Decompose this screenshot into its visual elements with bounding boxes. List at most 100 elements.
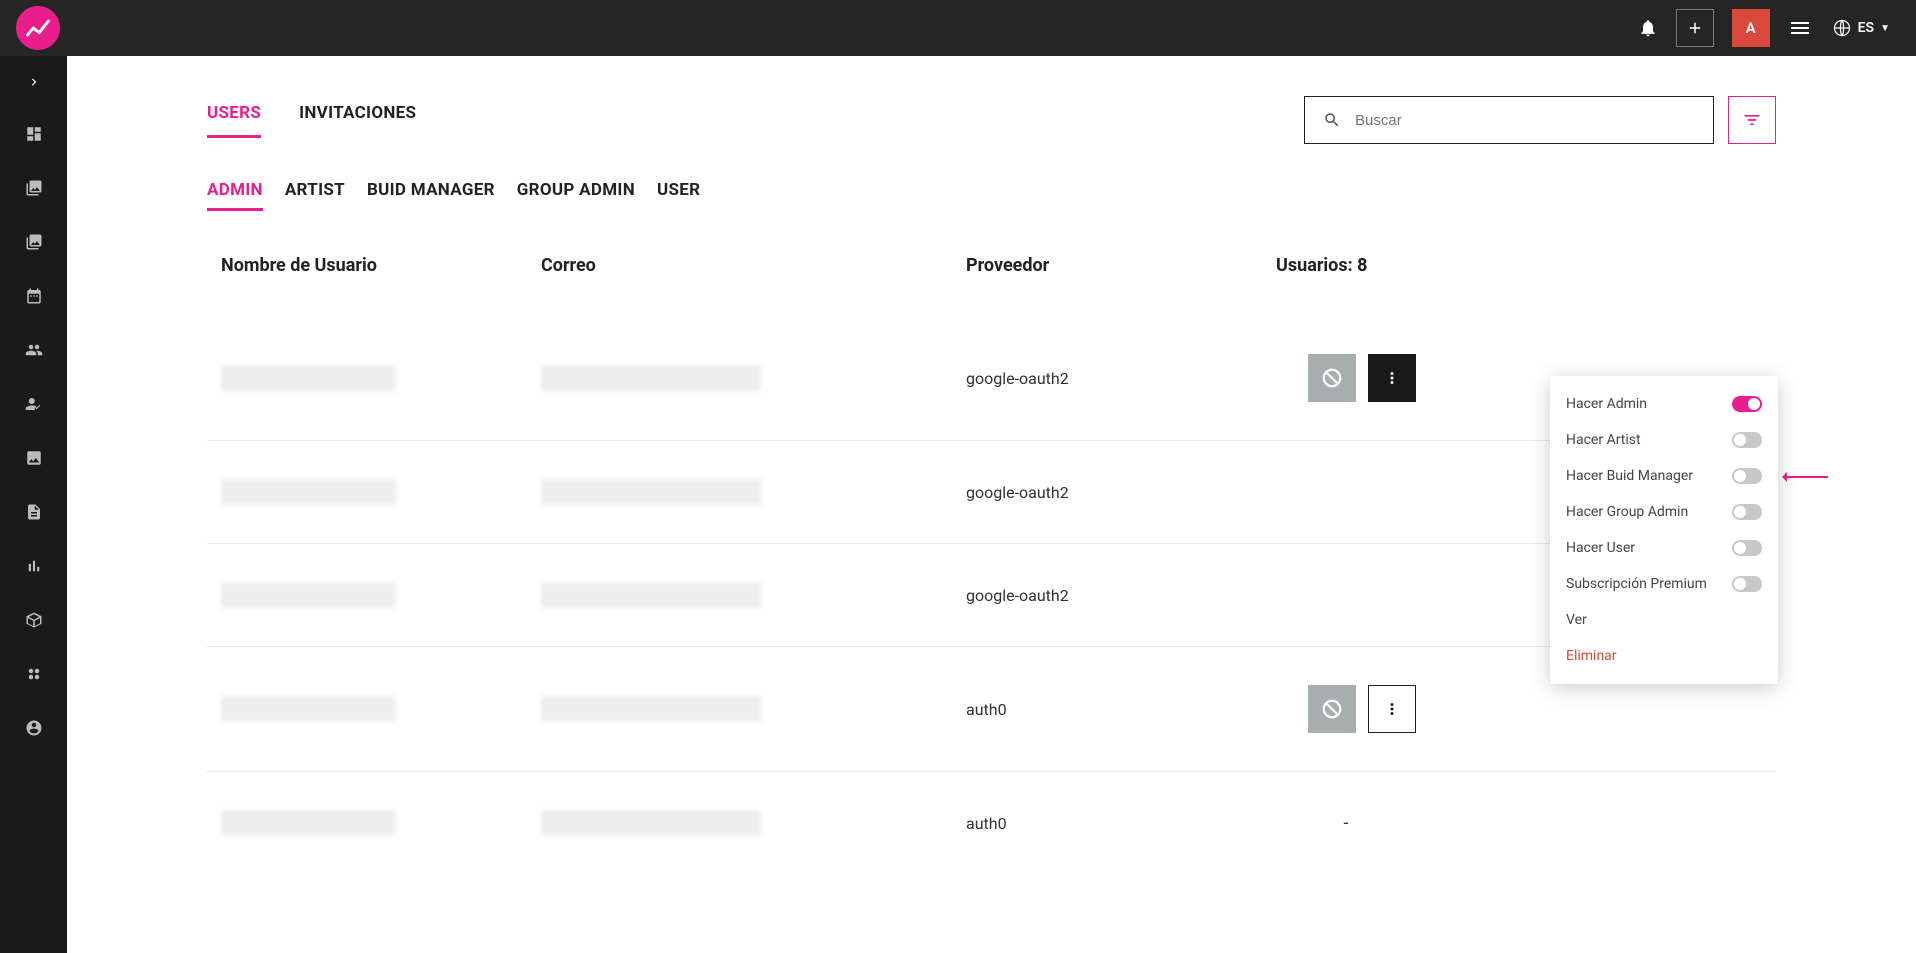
cell-provider: google-oauth2 [966, 586, 1276, 605]
hamburger-icon [1788, 16, 1812, 40]
cell-provider: auth0 [966, 700, 1276, 719]
topbar: A ES ▼ [0, 0, 1916, 56]
subtab-admin-label: ADMIN [207, 180, 263, 200]
dropdown-make-buid-manager[interactable]: Hacer Buid Manager [1550, 458, 1778, 494]
cell-provider: google-oauth2 [966, 483, 1276, 502]
toggle-user[interactable] [1732, 540, 1762, 556]
redacted-email [541, 582, 761, 608]
sidebar-media[interactable] [22, 446, 46, 470]
header-provider: Proveedor [966, 255, 1276, 276]
image-icon [25, 449, 43, 467]
apps-icon [25, 665, 43, 683]
cell-provider: google-oauth2 [966, 369, 1276, 388]
table-header: Nombre de Usuario Correo Proveedor Usuar… [207, 255, 1776, 276]
subtab-user-label: USER [657, 180, 700, 200]
block-button[interactable] [1308, 354, 1356, 402]
subtab-buid-manager-label: BUID MANAGER [367, 180, 495, 200]
avatar[interactable]: A [1732, 9, 1770, 47]
redacted-email [541, 696, 761, 722]
sidebar-expand[interactable] [22, 70, 46, 94]
cell-dash: - [1276, 813, 1416, 834]
dropdown-delete[interactable]: Eliminar [1550, 638, 1778, 674]
more-button[interactable] [1368, 354, 1416, 402]
search-icon [1323, 111, 1341, 129]
redacted-username [221, 810, 396, 836]
redacted-username [221, 479, 396, 505]
dropdown-delete-label: Eliminar [1566, 648, 1617, 664]
tab-invitations[interactable]: INVITACIONES [299, 103, 416, 138]
filter-icon [1742, 110, 1762, 130]
notifications-button[interactable] [1638, 18, 1658, 38]
toggle-admin[interactable] [1732, 396, 1762, 412]
header-username: Nombre de Usuario [221, 255, 541, 276]
redacted-username [221, 696, 396, 722]
subtab-buid-manager[interactable]: BUID MANAGER [367, 180, 495, 211]
avatar-letter: A [1746, 19, 1756, 37]
add-button[interactable] [1676, 9, 1714, 47]
dropdown-make-artist[interactable]: Hacer Artist [1550, 422, 1778, 458]
menu-button[interactable] [1788, 16, 1812, 40]
subtab-user[interactable]: USER [657, 180, 700, 211]
table-row: auth0 - [207, 772, 1776, 874]
chevron-right-icon [27, 75, 41, 89]
dropdown-make-admin-label: Hacer Admin [1566, 396, 1647, 412]
cell-provider: auth0 [966, 814, 1276, 833]
block-icon [1321, 367, 1343, 389]
sidebar-calendar[interactable] [22, 284, 46, 308]
subtab-group-admin-label: GROUP ADMIN [517, 180, 635, 200]
images-icon [25, 179, 43, 197]
dropdown-view-label: Ver [1566, 612, 1587, 628]
sidebar [0, 56, 67, 953]
sidebar-stats[interactable] [22, 554, 46, 578]
tab-users[interactable]: USERS [207, 103, 261, 138]
sidebar-dashboard[interactable] [22, 122, 46, 146]
header-email: Correo [541, 255, 966, 276]
more-vert-icon [1383, 369, 1401, 387]
logo[interactable] [16, 6, 60, 50]
subtab-artist-label: ARTIST [285, 180, 345, 200]
sidebar-account[interactable] [22, 716, 46, 740]
sidebar-validate[interactable] [22, 392, 46, 416]
redacted-username [221, 582, 396, 608]
sidebar-cube[interactable] [22, 608, 46, 632]
language-selector[interactable]: ES ▼ [1832, 18, 1890, 38]
filter-button[interactable] [1728, 96, 1776, 144]
group-icon [25, 341, 43, 359]
bar-chart-icon [25, 557, 43, 575]
plus-icon [1686, 19, 1704, 37]
toggle-premium[interactable] [1732, 576, 1762, 592]
dropdown-make-artist-label: Hacer Artist [1566, 432, 1641, 448]
subtab-admin[interactable]: ADMIN [207, 180, 263, 211]
dropdown-premium[interactable]: Subscripción Premium [1550, 566, 1778, 602]
redacted-email [541, 810, 761, 836]
globe-icon [1832, 18, 1852, 38]
dropdown-make-group-admin-label: Hacer Group Admin [1566, 504, 1688, 520]
dashboard-icon [25, 125, 43, 143]
sidebar-gallery[interactable] [22, 230, 46, 254]
annotation-arrow [1783, 476, 1828, 478]
table-row: google-oauth2 Hacer Admin Hacer Artist H… [207, 316, 1776, 441]
dropdown-make-buid-manager-label: Hacer Buid Manager [1566, 468, 1693, 484]
sidebar-images[interactable] [22, 176, 46, 200]
sidebar-document[interactable] [22, 500, 46, 524]
dropdown-make-group-admin[interactable]: Hacer Group Admin [1550, 494, 1778, 530]
search-input[interactable] [1355, 112, 1695, 129]
main-content: USERS INVITACIONES ADMIN ARTIST BUID MAN… [67, 56, 1916, 953]
toggle-buid-manager[interactable] [1732, 468, 1762, 484]
tab-users-label: USERS [207, 103, 261, 123]
toggle-group-admin[interactable] [1732, 504, 1762, 520]
search-box[interactable] [1304, 96, 1714, 144]
subtab-group-admin[interactable]: GROUP ADMIN [517, 180, 635, 211]
block-button[interactable] [1308, 685, 1356, 733]
dropdown-view[interactable]: Ver [1550, 602, 1778, 638]
toggle-artist[interactable] [1732, 432, 1762, 448]
tab-invitations-label: INVITACIONES [299, 103, 416, 123]
more-button[interactable] [1368, 685, 1416, 733]
sidebar-users[interactable] [22, 338, 46, 362]
dropdown-make-admin[interactable]: Hacer Admin [1550, 386, 1778, 422]
header-count: Usuarios: 8 [1276, 255, 1762, 276]
sidebar-apps[interactable] [22, 662, 46, 686]
dropdown-make-user-label: Hacer User [1566, 540, 1635, 556]
subtab-artist[interactable]: ARTIST [285, 180, 345, 211]
dropdown-make-user[interactable]: Hacer User [1550, 530, 1778, 566]
